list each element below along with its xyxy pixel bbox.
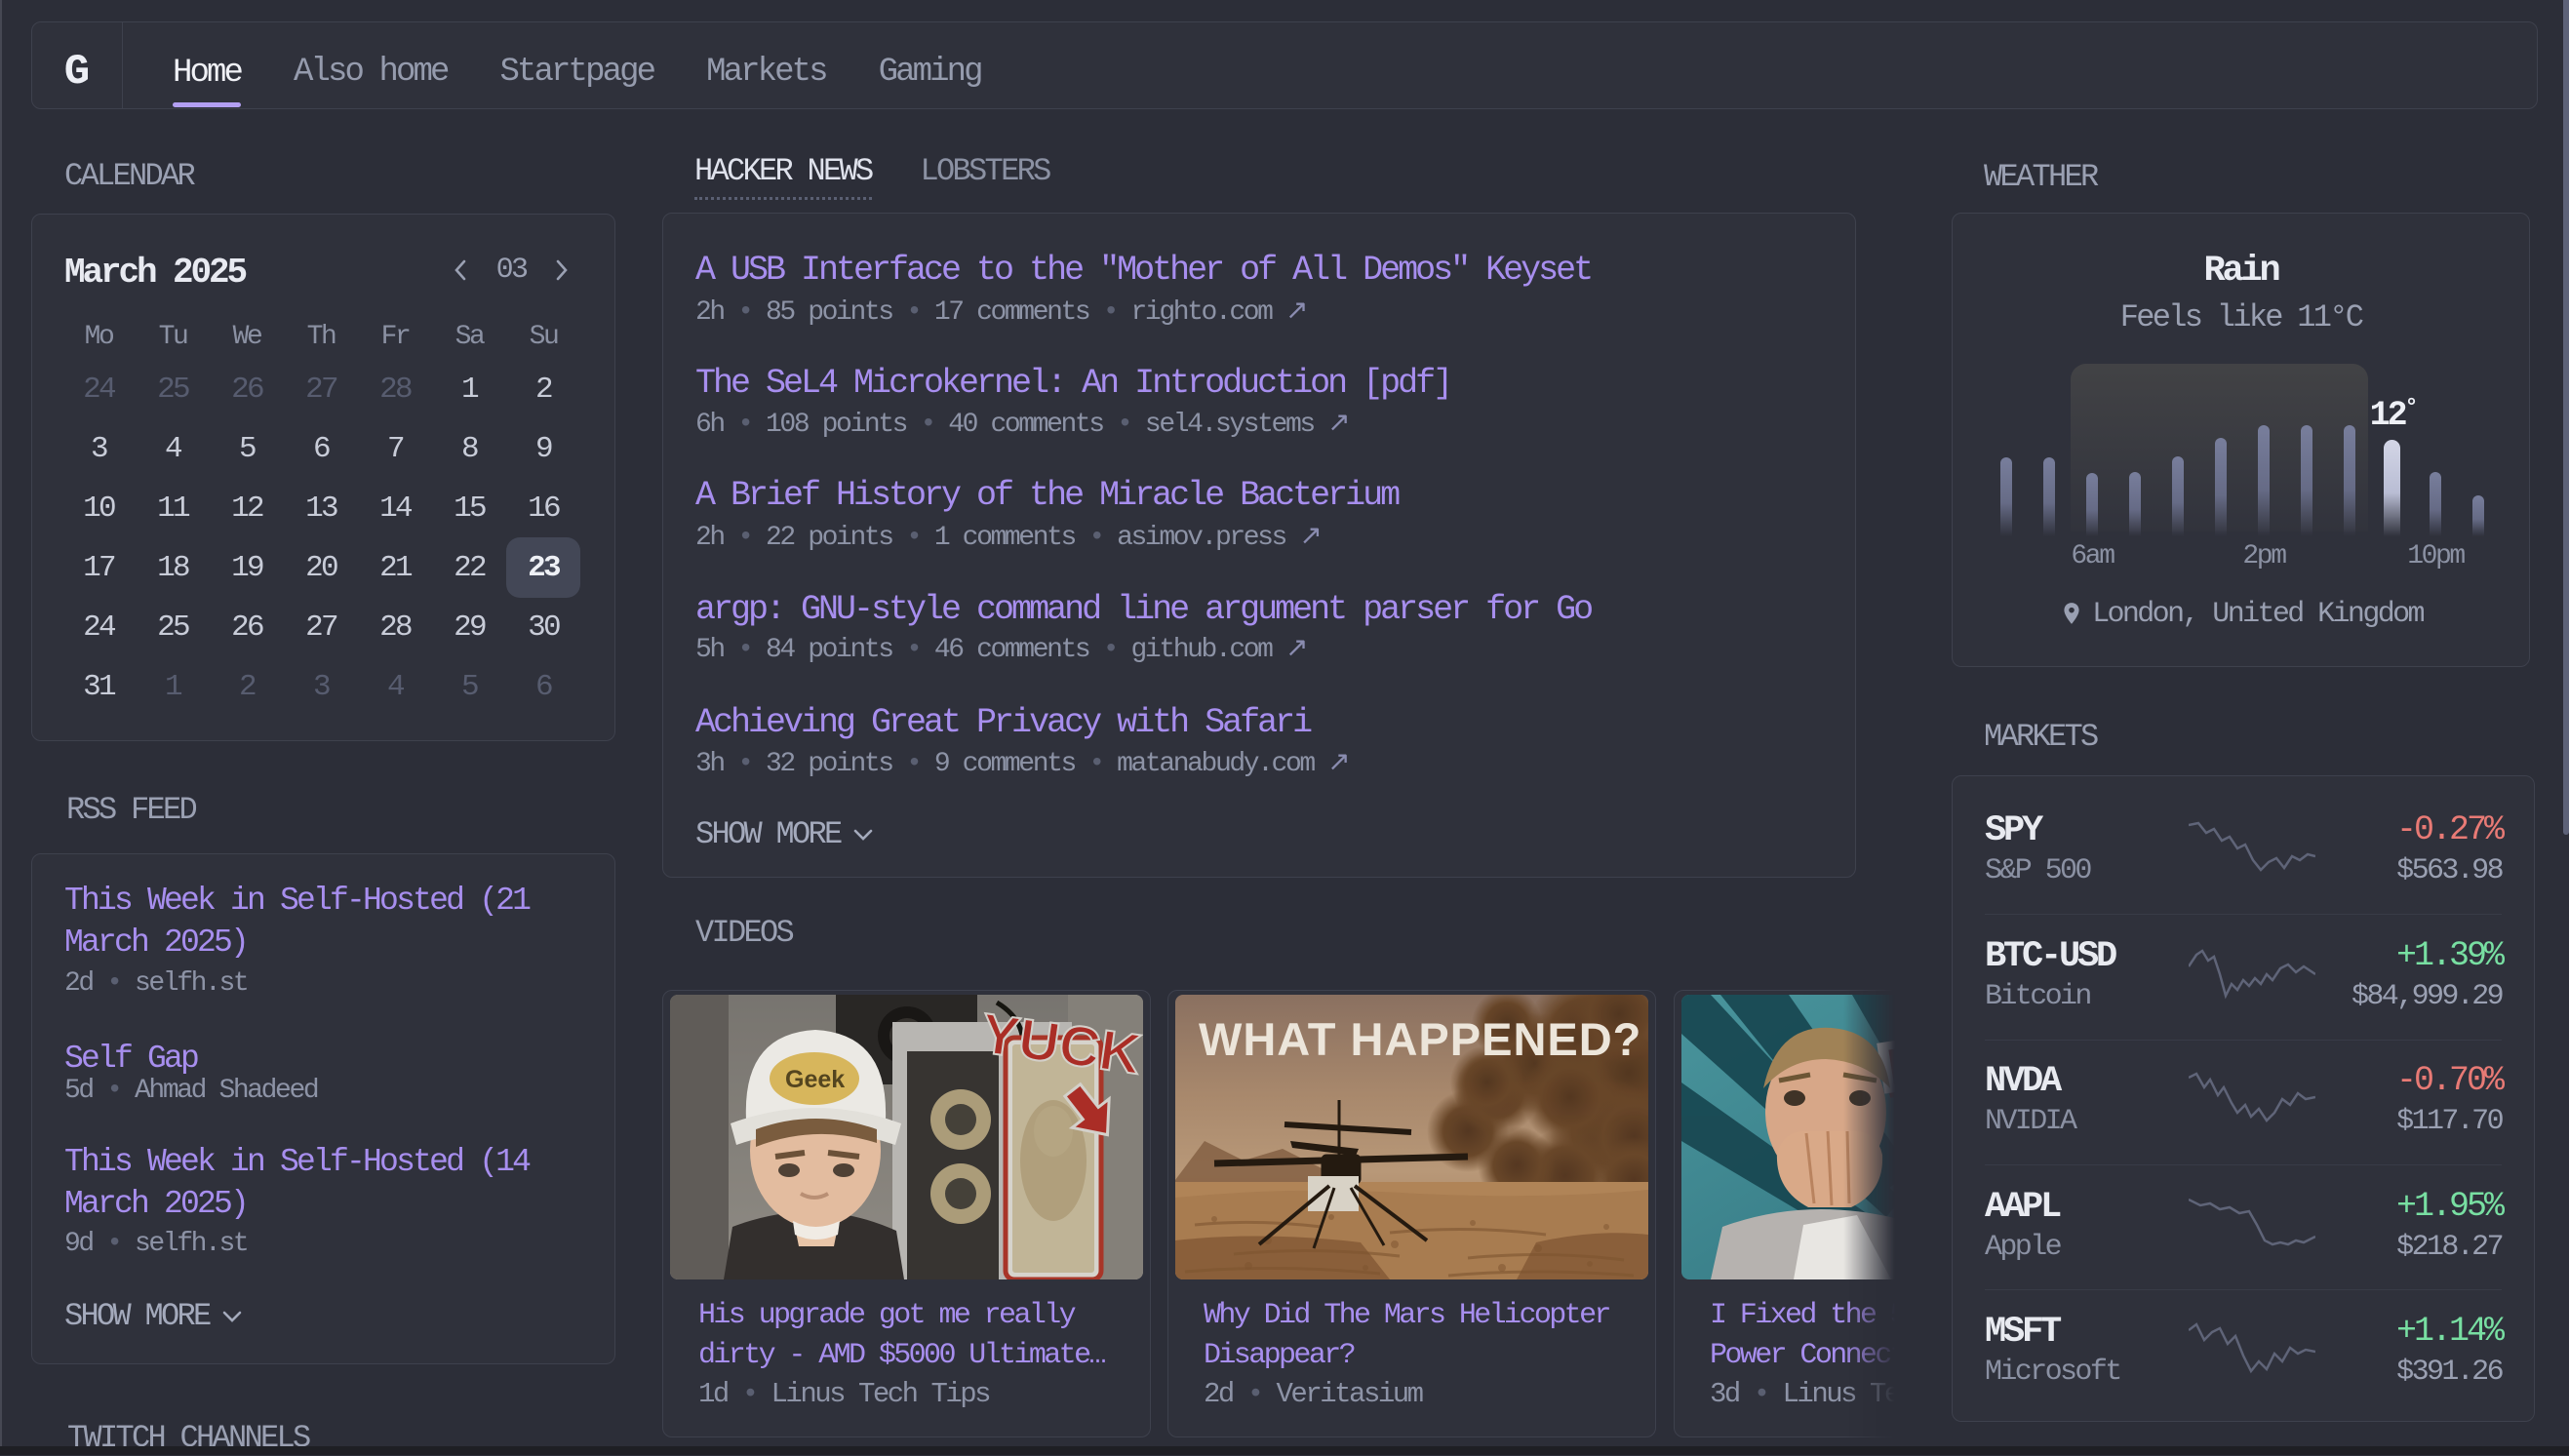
svg-text:WHAT HAPPENED?: WHAT HAPPENED? xyxy=(1199,1013,1641,1065)
svg-text:Geek: Geek xyxy=(785,1066,845,1093)
